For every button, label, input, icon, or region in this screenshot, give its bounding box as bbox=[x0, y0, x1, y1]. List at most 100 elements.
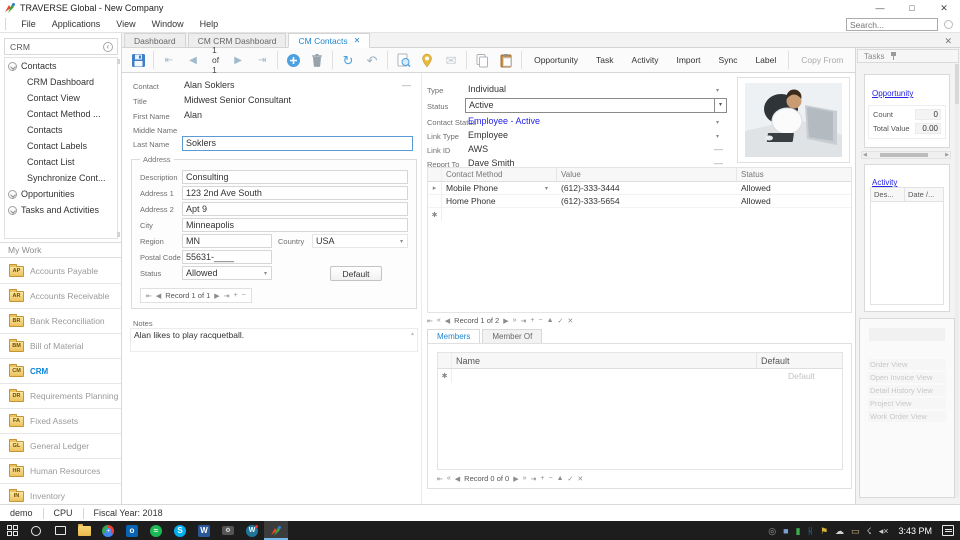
tray-onedrive-icon[interactable]: ☁ bbox=[835, 526, 844, 536]
default-checkbox-hint[interactable]: Default bbox=[757, 371, 842, 381]
tray-graphics-icon[interactable]: ▮ bbox=[796, 526, 801, 536]
tree-item-crm-dashboard[interactable]: CRM Dashboard bbox=[5, 74, 117, 90]
link-type-value[interactable]: Employee bbox=[468, 130, 508, 140]
nav-remove-icon[interactable]: − bbox=[548, 475, 552, 482]
copy-icon[interactable] bbox=[473, 51, 491, 69]
nav-next-icon[interactable]: ▶ bbox=[503, 317, 508, 325]
tray-battery-icon[interactable]: ▭ bbox=[851, 526, 860, 536]
members-record-navigator[interactable]: ⇤ « ◀ Record 0 of 0 ▶ » ⇥ + − ▲ ✓ ✕ bbox=[437, 474, 583, 483]
word-icon[interactable]: W bbox=[192, 521, 216, 540]
tree-item-contact-labels[interactable]: Contact Labels bbox=[5, 138, 117, 154]
default-button[interactable]: Default bbox=[330, 266, 382, 281]
opportunity-link[interactable]: Opportunity bbox=[872, 89, 913, 98]
tray-display-icon[interactable]: ■ bbox=[783, 526, 788, 536]
nav-first-icon[interactable]: ⇤ bbox=[437, 475, 443, 483]
nav-prev-icon[interactable]: ◀ bbox=[455, 475, 460, 483]
cortana-icon[interactable] bbox=[24, 521, 48, 540]
tree-item-contacts[interactable]: Contacts bbox=[5, 122, 117, 138]
description-input[interactable]: Consulting bbox=[182, 170, 408, 184]
outlook-icon[interactable]: o bbox=[120, 521, 144, 540]
nav-cancel-icon[interactable]: ✕ bbox=[577, 475, 583, 483]
task-button[interactable]: Task bbox=[590, 55, 619, 65]
maximize-button[interactable]: □ bbox=[896, 0, 928, 16]
address1-input[interactable]: 123 2nd Ave South bbox=[182, 186, 408, 200]
nav-prev-icon[interactable]: ◀ bbox=[156, 292, 161, 300]
tray-wifi-icon[interactable]: ☇ bbox=[867, 526, 872, 536]
tree-group-opportunities[interactable]: Opportunities bbox=[5, 186, 117, 202]
link-id-value[interactable]: AWS bbox=[468, 144, 488, 154]
tab-cm-crm-dashboard[interactable]: CM CRM Dashboard bbox=[188, 33, 287, 47]
nav-prev-page-icon[interactable]: « bbox=[447, 475, 451, 482]
file-explorer-icon[interactable] bbox=[72, 521, 96, 540]
menu-help[interactable]: Help bbox=[192, 16, 227, 33]
nav-last-icon[interactable]: ⇥ bbox=[531, 475, 537, 483]
save-icon[interactable] bbox=[129, 51, 147, 69]
clock[interactable]: 3:43 PM bbox=[895, 526, 935, 536]
first-name-value[interactable]: Alan bbox=[184, 110, 202, 120]
country-dropdown-icon[interactable]: ▾ bbox=[400, 238, 403, 245]
task-view-icon[interactable] bbox=[48, 521, 72, 540]
address-status-dropdown-icon[interactable]: ▾ bbox=[264, 270, 267, 277]
expand-icon[interactable] bbox=[8, 62, 17, 71]
address-status-dropdown[interactable]: Allowed bbox=[182, 266, 272, 280]
undo-icon[interactable]: ↶ bbox=[363, 51, 381, 69]
nav-next-page-icon[interactable]: » bbox=[523, 475, 527, 482]
nav-add-icon[interactable]: + bbox=[540, 475, 544, 482]
activity-column-date[interactable]: Date /... bbox=[905, 188, 943, 201]
tree-group-tasks-activities[interactable]: Tasks and Activities bbox=[5, 202, 117, 218]
tree-item-contact-view[interactable]: Contact View bbox=[5, 90, 117, 106]
column-default[interactable]: Default bbox=[757, 353, 842, 368]
spotify-icon[interactable]: ≈ bbox=[144, 521, 168, 540]
search-options-icon[interactable] bbox=[944, 20, 953, 29]
module-human-resources[interactable]: HRHuman Resources bbox=[0, 459, 121, 484]
nav-last-icon[interactable]: ⇥ bbox=[521, 317, 527, 325]
module-general-ledger[interactable]: GLGeneral Ledger bbox=[0, 434, 121, 459]
module-bank-reconciliation[interactable]: BRBank Reconciliation bbox=[0, 309, 121, 334]
method-dropdown-icon[interactable]: ▾ bbox=[545, 185, 557, 192]
notes-scroll-up-icon[interactable]: ▲ bbox=[410, 331, 415, 337]
status-dropdown-icon[interactable]: ▾ bbox=[714, 99, 726, 112]
wordpress-icon[interactable]: W bbox=[240, 521, 264, 540]
sync-button[interactable]: Sync bbox=[713, 55, 744, 65]
nav-next-page-icon[interactable]: » bbox=[513, 317, 517, 324]
module-crm[interactable]: CMCRM bbox=[0, 359, 121, 384]
tree-item-contact-method[interactable]: Contact Method ... bbox=[5, 106, 117, 122]
type-dropdown-icon[interactable]: ▾ bbox=[716, 87, 719, 94]
region-input[interactable]: MN bbox=[182, 234, 272, 248]
address-record-navigator[interactable]: ⇤ ◀ Record 1 of 1 ▶ ⇥ + − bbox=[140, 288, 252, 303]
module-accounts-payable[interactable]: APAccounts Payable bbox=[0, 259, 121, 284]
contact-ellipsis-button[interactable]: — bbox=[402, 80, 411, 90]
minimize-button[interactable]: — bbox=[864, 0, 896, 16]
activity-button[interactable]: Activity bbox=[626, 55, 665, 65]
nav-commit-icon[interactable]: ✓ bbox=[568, 475, 574, 483]
menu-file[interactable]: File bbox=[13, 16, 44, 33]
nav-edit-icon[interactable]: ▲ bbox=[557, 475, 564, 482]
delete-record-icon[interactable] bbox=[308, 51, 326, 69]
nav-add-icon[interactable]: + bbox=[530, 317, 534, 324]
preview-icon[interactable] bbox=[394, 51, 412, 69]
nav-last-icon[interactable]: ⇥ bbox=[253, 51, 271, 69]
tree-item-synchronize-contacts[interactable]: Synchronize Cont... bbox=[5, 170, 117, 186]
close-tab-icon[interactable]: ✕ bbox=[354, 36, 361, 45]
column-value[interactable]: Value bbox=[557, 168, 737, 181]
scrollbar-thumb[interactable] bbox=[880, 153, 928, 157]
tree-scrollbar[interactable] bbox=[117, 58, 121, 238]
nav-prev-page-icon[interactable]: « bbox=[437, 317, 441, 324]
contact-photo-frame[interactable] bbox=[737, 77, 850, 163]
close-button[interactable]: ✕ bbox=[928, 0, 960, 16]
tray-bluetooth-icon[interactable]: ᚺ bbox=[808, 526, 813, 536]
contact-status-value[interactable]: Employee - Active bbox=[468, 116, 540, 126]
skype-icon[interactable]: S bbox=[168, 521, 192, 540]
module-requirements-planning[interactable]: DRRequirements Planning bbox=[0, 384, 121, 409]
nav-first-icon[interactable]: ⇤ bbox=[160, 51, 178, 69]
paste-icon[interactable] bbox=[497, 51, 515, 69]
scrollbar-thumb[interactable] bbox=[955, 64, 959, 104]
scroll-right-icon[interactable]: ▶ bbox=[945, 152, 949, 158]
nav-next-icon[interactable]: ▶ bbox=[229, 51, 247, 69]
contact-method-row[interactable]: Home Phone (612)-333-5654 Allowed bbox=[428, 195, 851, 208]
expand-icon[interactable] bbox=[8, 190, 17, 199]
opportunity-button[interactable]: Opportunity bbox=[528, 55, 584, 65]
tab-members[interactable]: Members bbox=[427, 329, 480, 344]
nav-remove-icon[interactable]: − bbox=[242, 292, 246, 299]
add-record-icon[interactable] bbox=[284, 51, 302, 69]
